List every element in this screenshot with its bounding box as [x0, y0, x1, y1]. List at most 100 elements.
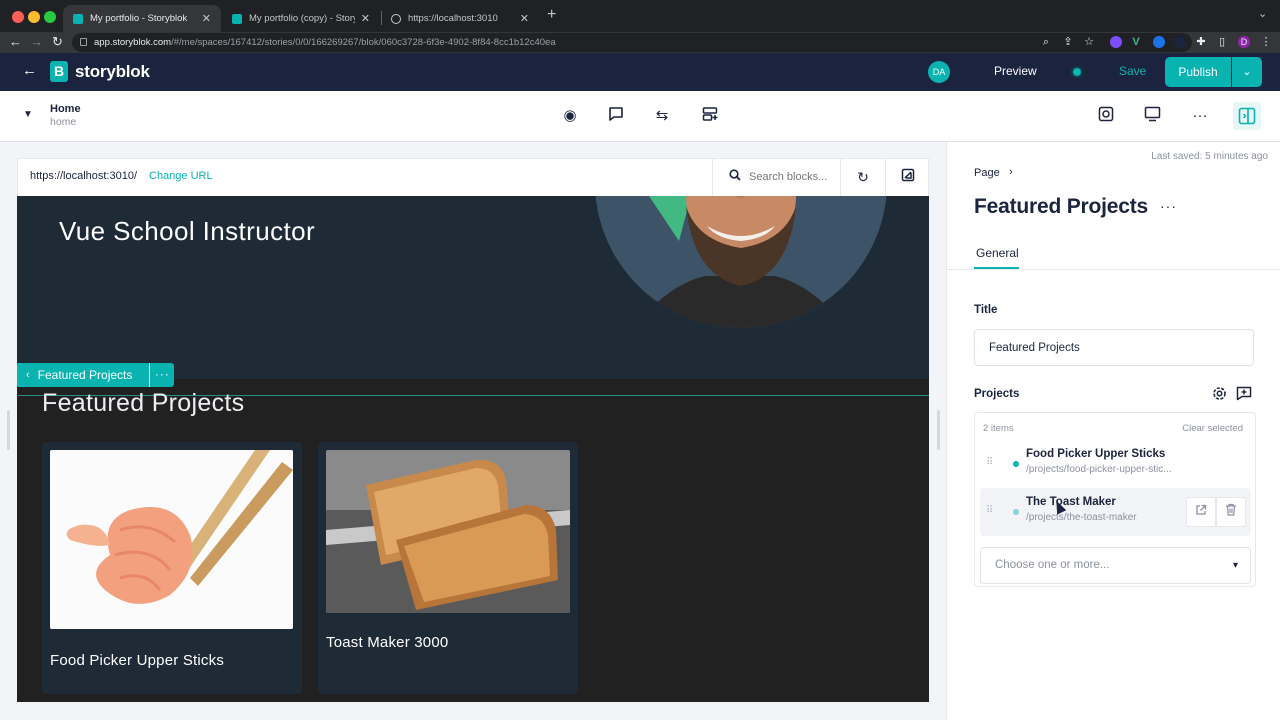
tab-title: My portfolio (copy) - Storyblok [249, 13, 355, 24]
extension-icon[interactable] [1153, 36, 1165, 48]
block-search [712, 159, 840, 196]
toggle-panel-button[interactable] [1233, 102, 1261, 130]
change-url-link[interactable]: Change URL [149, 170, 213, 182]
screenshot-icon[interactable] [1096, 106, 1116, 126]
browser-tab-2[interactable]: My portfolio (copy) - Storyblok ✕ [222, 5, 380, 32]
choose-projects-select[interactable]: Choose one or more... ▾ [980, 547, 1251, 584]
items-count: 2 items [983, 423, 1014, 434]
storyblok-favicon-icon [232, 13, 242, 24]
more-options-icon[interactable]: ··· [149, 363, 174, 387]
chevron-down-icon: ▾ [1232, 560, 1238, 571]
refresh-preview-icon[interactable]: ↻ [840, 159, 885, 196]
tab-divider [947, 269, 1280, 270]
project-name: The Toast Maker [1026, 496, 1116, 508]
clear-selected-link[interactable]: Clear selected [1182, 423, 1243, 434]
resize-handle[interactable] [7, 410, 10, 450]
storyblok-favicon-icon [73, 13, 83, 24]
puzzle-icon[interactable]: ✚ [1195, 36, 1207, 48]
zoom-icon[interactable]: ⌕ [1040, 36, 1052, 48]
more-options-icon[interactable]: ··· [1160, 198, 1177, 214]
project-card[interactable]: Toast Maker 3000 [318, 442, 578, 694]
story-name[interactable]: Home [50, 103, 81, 115]
lock-icon [80, 38, 87, 46]
browser-menu-icon[interactable]: ⋮ [1260, 36, 1272, 48]
close-tab-icon[interactable]: ✕ [361, 12, 370, 25]
app-header: ← B storyblok DA Preview Save Publish ⌄ [0, 53, 1280, 91]
browser-tab-3[interactable]: https://localhost:3010 ✕ [381, 5, 539, 32]
title-field[interactable] [974, 329, 1254, 366]
block-tag-label: Featured Projects [37, 368, 133, 382]
url-host: app.storyblok.com [94, 37, 172, 48]
browser-address-bar: ← → ↻ app.storyblok.com/#/me/spaces/1674… [0, 32, 1280, 53]
tab-title: My portfolio - Storyblok [90, 13, 188, 24]
published-status-icon [1013, 509, 1019, 515]
desktop-view-icon[interactable] [1142, 106, 1162, 126]
project-path: /projects/food-picker-upper-stic... [1026, 464, 1172, 475]
site-preview: Vue School Instructor Featured Projects [17, 196, 929, 702]
page-title: Featured Projects [974, 195, 1148, 218]
publish-status-indicator [1071, 66, 1083, 78]
project-card[interactable]: Food Picker Upper Sticks [42, 442, 302, 694]
hero-title: Vue School Instructor [59, 216, 316, 246]
open-link-icon[interactable] [1186, 497, 1216, 527]
resize-handle[interactable] [937, 410, 940, 450]
vue-devtools-icon[interactable]: V [1130, 36, 1142, 48]
publish-options-chevron-icon[interactable]: ⌄ [1232, 57, 1262, 87]
tab-title: https://localhost:3010 [408, 13, 498, 24]
story-slug: home [50, 116, 77, 128]
list-item[interactable]: ⠿ Food Picker Upper Sticks /projects/foo… [980, 440, 1251, 488]
insert-block-icon[interactable] [700, 106, 720, 126]
reload-icon[interactable]: ↻ [52, 34, 63, 50]
browser-tab-bar: My portfolio - Storyblok ✕ My portfolio … [0, 0, 1280, 32]
trash-icon[interactable] [1216, 497, 1246, 527]
preview-url-bar: https://localhost:3010/ Change URL ↻ [17, 158, 929, 196]
user-avatar[interactable]: DA [928, 61, 950, 83]
project-image [326, 450, 570, 613]
preview-url: https://localhost:3010/ [30, 170, 138, 182]
comment-icon[interactable] [606, 106, 626, 126]
hero-section: Vue School Instructor [17, 196, 929, 379]
chevron-left-icon[interactable]: ‹ [17, 369, 38, 381]
new-tab-button[interactable]: + [547, 6, 556, 24]
url-field[interactable]: app.storyblok.com/#/me/spaces/167412/sto… [72, 33, 1192, 52]
close-tab-icon[interactable]: ✕ [202, 12, 211, 25]
minimize-window-button[interactable] [28, 11, 40, 23]
more-options-icon[interactable]: ··· [1190, 106, 1210, 126]
compare-icon[interactable]: ⇆ [652, 106, 672, 126]
back-arrow-icon[interactable]: ← [22, 62, 37, 79]
close-window-button[interactable] [12, 11, 24, 23]
bookmark-star-icon[interactable]: ☆ [1083, 36, 1095, 48]
featured-projects-heading[interactable]: Featured Projects [42, 389, 244, 418]
chevron-down-icon[interactable]: ▼ [23, 109, 33, 120]
add-comment-icon[interactable] [1236, 386, 1252, 405]
tab-general[interactable]: General [976, 246, 1019, 260]
drag-handle-icon[interactable]: ⠿ [986, 457, 993, 468]
forward-icon[interactable]: → [30, 34, 43, 49]
list-item[interactable]: ⠿ The Toast Maker /projects/the-toast-ma… [980, 488, 1251, 536]
close-tab-icon[interactable]: ✕ [520, 12, 529, 25]
save-button[interactable]: Save [1119, 64, 1146, 78]
project-card-title: Toast Maker 3000 [326, 634, 449, 651]
browser-tab-1[interactable]: My portfolio - Storyblok ✕ [63, 5, 221, 32]
share-icon[interactable]: ⇪ [1062, 36, 1074, 48]
back-icon[interactable]: ← [9, 34, 22, 49]
selected-block-tag[interactable]: ‹ Featured Projects ··· [17, 363, 175, 387]
profile-avatar[interactable]: D [1238, 36, 1250, 48]
extension-icon[interactable] [1110, 36, 1122, 48]
maximize-window-button[interactable] [44, 11, 56, 23]
search-blocks-input[interactable] [749, 167, 834, 187]
breadcrumb[interactable]: Page [974, 167, 1000, 179]
title-field-label: Title [974, 304, 998, 316]
publish-button[interactable]: Publish [1165, 57, 1231, 87]
extension-icon[interactable] [1174, 36, 1186, 48]
last-saved-status: Last saved: 5 minutes ago [1151, 151, 1268, 162]
record-icon[interactable]: ◉ [560, 106, 580, 126]
open-external-icon[interactable] [885, 159, 930, 196]
choose-placeholder: Choose one or more... [995, 559, 1110, 571]
tab-search-icon[interactable]: ⌄ [1258, 7, 1267, 20]
preview-button[interactable]: Preview [994, 64, 1037, 78]
project-card-title: Food Picker Upper Sticks [50, 652, 225, 669]
drag-handle-icon[interactable]: ⠿ [986, 505, 993, 516]
gear-icon[interactable] [1212, 386, 1227, 405]
sidebar-icon[interactable]: ▯ [1216, 36, 1228, 48]
